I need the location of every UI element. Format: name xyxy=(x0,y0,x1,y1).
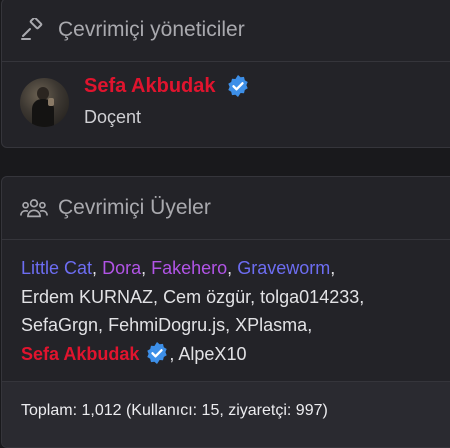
member-link[interactable]: tolga014233 xyxy=(260,287,359,307)
online-members-card: Çevrimiçi Üyeler Little Cat, Dora, Fakeh… xyxy=(1,176,450,448)
member-separator: , xyxy=(141,258,147,278)
member-separator: , xyxy=(225,315,231,336)
member-link[interactable]: Sefa Akbudak xyxy=(21,344,139,364)
member-separator: , xyxy=(250,286,256,307)
member-separator: , xyxy=(359,286,365,307)
members-stats: Toplam: 1,012 (Kullanıcı: 15, ziyaretçi:… xyxy=(2,381,450,447)
member-separator: , xyxy=(307,315,313,336)
admin-name-link[interactable]: Sefa Akbudak xyxy=(84,75,216,98)
member-separator: , xyxy=(169,343,175,364)
member-separator: , xyxy=(330,258,336,278)
admin-role: Doçent xyxy=(84,107,142,127)
online-admins-header: Çevrimiçi yöneticiler xyxy=(2,0,450,62)
member-link[interactable]: Graveworm xyxy=(237,258,330,278)
users-icon xyxy=(20,196,48,220)
member-link[interactable]: Fakehero xyxy=(151,258,227,278)
admin-entry: Sefa Akbudak Doçent xyxy=(2,62,450,128)
member-link[interactable]: Cem özgür xyxy=(163,287,250,307)
online-members-header: Çevrimiçi Üyeler xyxy=(2,177,450,240)
gavel-icon xyxy=(20,18,48,42)
member-separator: , xyxy=(98,315,104,336)
member-link[interactable]: Dora xyxy=(102,258,141,278)
member-link[interactable]: Erdem KURNAZ xyxy=(21,287,153,307)
member-link[interactable]: FehmiDogru.js xyxy=(108,315,225,335)
online-members-title: Çevrimiçi Üyeler xyxy=(58,196,211,219)
member-separator: , xyxy=(153,286,159,307)
member-link[interactable]: AlpeX10 xyxy=(178,344,246,364)
verified-badge-icon xyxy=(147,341,168,364)
member-link[interactable]: XPlasma xyxy=(235,315,307,335)
online-admins-title: Çevrimiçi yöneticiler xyxy=(58,18,245,41)
member-separator: , xyxy=(92,258,98,278)
member-link[interactable]: Little Cat xyxy=(21,258,92,278)
online-admins-card: Çevrimiçi yöneticiler Sefa Akbudak Doçen… xyxy=(1,0,450,148)
member-link[interactable]: SefaGrgn xyxy=(21,315,98,335)
members-list: Little Cat, Dora, Fakehero, Graveworm, E… xyxy=(2,240,450,394)
verified-badge-icon xyxy=(227,75,248,97)
member-separator: , xyxy=(227,258,233,278)
avatar[interactable] xyxy=(20,78,69,127)
